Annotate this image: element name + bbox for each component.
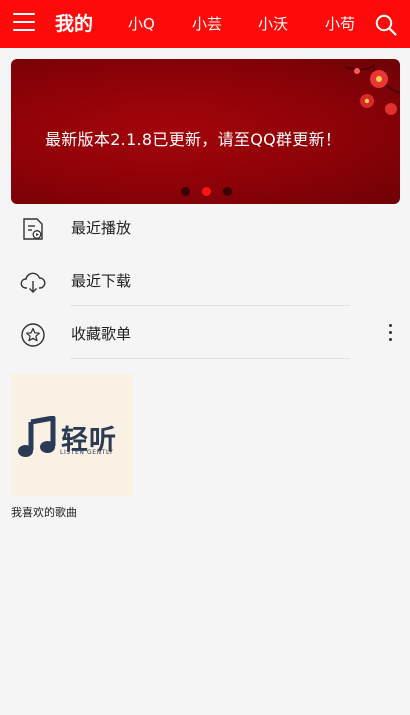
list-divider xyxy=(70,305,350,306)
search-icon[interactable] xyxy=(375,14,397,36)
cover-logo-subtitle: LISTEN GENTLY xyxy=(60,449,114,456)
tab-xiaowo[interactable]: 小沃 xyxy=(258,0,288,48)
more-options-icon[interactable] xyxy=(382,322,398,346)
recent-play-icon xyxy=(23,218,43,240)
tab-xiaogou[interactable]: 小苟 xyxy=(325,0,355,48)
menu-icon[interactable] xyxy=(13,13,35,35)
banner-carousel[interactable]: 最新版本2.1.8已更新，请至QQ群更新！ xyxy=(11,59,400,204)
music-note-icon xyxy=(18,416,56,457)
playlist-name: 我喜欢的歌曲 xyxy=(11,506,77,519)
plum-blossom-decoration xyxy=(345,64,400,115)
carousel-dot-1[interactable] xyxy=(181,187,190,196)
cloud-download-icon xyxy=(20,272,46,293)
carousel-dot-3[interactable] xyxy=(223,187,232,196)
playlist-cover: 轻听 LISTEN GENTLY xyxy=(11,374,133,496)
tab-xiaoyun[interactable]: 小芸 xyxy=(192,0,222,48)
star-icon xyxy=(21,323,45,347)
list-item-label: 最近下载 xyxy=(71,272,132,290)
list-item-recent-download[interactable]: 最近下载 xyxy=(0,255,410,307)
playlist-card[interactable]: 轻听 LISTEN GENTLY 我喜欢的歌曲 xyxy=(11,374,133,519)
banner-message: 最新版本2.1.8已更新，请至QQ群更新！ xyxy=(45,130,342,149)
carousel-dot-2[interactable] xyxy=(202,187,211,196)
list-item-favorite-playlists[interactable]: 收藏歌单 xyxy=(0,308,410,360)
carousel-indicator xyxy=(181,181,244,200)
tab-mine[interactable]: 我的 xyxy=(55,0,93,48)
tab-xiaoq[interactable]: 小Q xyxy=(128,0,155,48)
list-divider xyxy=(70,358,350,359)
list-item-recent-play[interactable]: 最近播放 xyxy=(0,202,410,254)
list-item-label: 最近播放 xyxy=(71,219,132,237)
top-bar: 我的 小Q 小芸 小沃 小苟 xyxy=(0,0,410,48)
list-item-label: 收藏歌单 xyxy=(71,325,132,343)
